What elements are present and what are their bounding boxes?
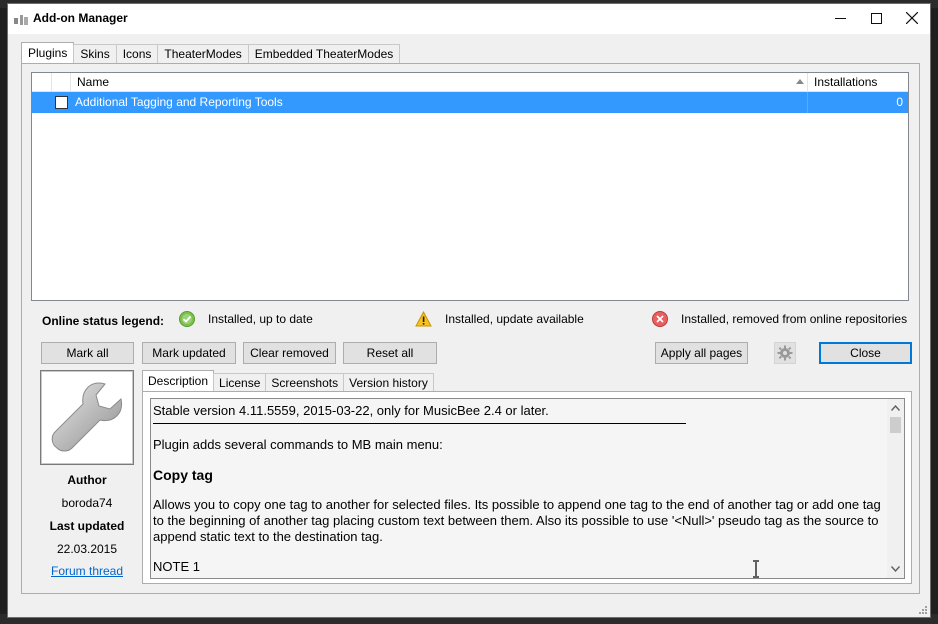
error-circle-icon bbox=[652, 311, 668, 327]
intro-line: Plugin adds several commands to MB main … bbox=[153, 437, 443, 452]
clear-removed-button[interactable]: Clear removed bbox=[243, 342, 336, 364]
divider bbox=[153, 423, 686, 424]
tab-plugins[interactable]: Plugins bbox=[21, 42, 75, 64]
legend-item-up-to-date: Installed, up to date bbox=[179, 311, 313, 327]
legend-label-up-to-date: Installed, up to date bbox=[208, 312, 313, 326]
section-body: Allows you to copy one tag to another fo… bbox=[153, 497, 881, 544]
gear-icon bbox=[777, 345, 793, 361]
resize-grip-icon[interactable] bbox=[918, 605, 928, 615]
tab-description[interactable]: Description bbox=[142, 370, 215, 392]
add-on-manager-window: Add-on Manager Plugins Skins Icons Theat… bbox=[7, 3, 931, 618]
row-checkbox[interactable] bbox=[55, 96, 68, 109]
column-header-name[interactable]: Name bbox=[71, 73, 808, 91]
check-circle-icon bbox=[179, 311, 195, 327]
author-value: boroda74 bbox=[61, 496, 113, 510]
row-installations: 0 bbox=[896, 95, 903, 109]
column-header-blank bbox=[32, 73, 52, 91]
mark-updated-button[interactable]: Mark updated bbox=[142, 342, 236, 364]
legend-label-removed: Installed, removed from online repositor… bbox=[681, 312, 908, 326]
last-updated-label: Last updated bbox=[49, 519, 125, 533]
column-header-installations[interactable]: Installations bbox=[808, 73, 908, 91]
mark-all-button[interactable]: Mark all bbox=[41, 342, 134, 364]
row-checkbox-cell bbox=[52, 92, 71, 113]
legend-title: Online status legend: bbox=[42, 314, 165, 328]
scroll-down-button[interactable] bbox=[887, 562, 904, 576]
chevron-up-icon bbox=[891, 405, 900, 411]
window-title: Add-on Manager bbox=[33, 11, 128, 25]
vertical-scrollbar[interactable] bbox=[887, 399, 904, 578]
wrench-icon bbox=[51, 382, 123, 451]
description-panel: Stable version 4.11.5559, 2015-03-22, on… bbox=[142, 391, 912, 584]
title-bar: Add-on Manager bbox=[8, 4, 930, 34]
legend-label-update-available: Installed, update available bbox=[445, 312, 584, 326]
author-label: Author bbox=[67, 473, 107, 487]
main-tabs: Plugins Skins Icons TheaterModes Embedde… bbox=[21, 42, 401, 64]
forum-thread-link[interactable]: Forum thread bbox=[40, 564, 134, 578]
apply-all-pages-button[interactable]: Apply all pages bbox=[655, 342, 748, 364]
close-icon bbox=[906, 12, 918, 24]
list-header: Name Installations bbox=[32, 73, 908, 92]
settings-button[interactable] bbox=[774, 342, 796, 364]
plugin-list[interactable]: Name Installations Additional Tagging an… bbox=[31, 72, 909, 301]
chevron-down-icon bbox=[891, 566, 900, 572]
tab-license[interactable]: License bbox=[213, 373, 267, 392]
plugin-image bbox=[40, 370, 134, 465]
scroll-up-button[interactable] bbox=[887, 401, 904, 415]
status-legend: Online status legend: Installed, up to d… bbox=[42, 311, 912, 331]
plugins-panel: Name Installations Additional Tagging an… bbox=[21, 63, 920, 594]
minimize-icon bbox=[834, 17, 846, 19]
table-row[interactable]: Additional Tagging and Reporting Tools 0 bbox=[32, 92, 908, 113]
column-header-name-label: Name bbox=[77, 75, 110, 89]
close-button[interactable]: Close bbox=[819, 342, 912, 364]
column-header-check[interactable] bbox=[52, 73, 71, 91]
app-icon bbox=[14, 15, 28, 25]
detail-tabs: Description License Screenshots Version … bbox=[142, 370, 434, 392]
section-heading: Copy tag bbox=[153, 467, 213, 483]
cut-off-line: NOTE 1 bbox=[153, 559, 200, 574]
tab-embedded-theatermodes[interactable]: Embedded TheaterModes bbox=[247, 44, 401, 64]
version-line: Stable version 4.11.5559, 2015-03-22, on… bbox=[153, 403, 549, 418]
description-content: Stable version 4.11.5559, 2015-03-22, on… bbox=[153, 403, 891, 575]
minimize-button[interactable] bbox=[822, 4, 858, 32]
text-cursor-icon bbox=[753, 560, 759, 578]
legend-item-removed: Installed, removed from online repositor… bbox=[652, 311, 907, 327]
tab-version-history[interactable]: Version history bbox=[343, 373, 434, 392]
tab-screenshots[interactable]: Screenshots bbox=[265, 373, 345, 392]
sort-ascending-icon bbox=[796, 79, 804, 84]
row-name: Additional Tagging and Reporting Tools bbox=[71, 92, 808, 113]
legend-item-update-available: Installed, update available bbox=[415, 311, 584, 327]
last-updated-value: 22.03.2015 bbox=[56, 542, 118, 556]
tab-skins[interactable]: Skins bbox=[73, 44, 117, 64]
warning-triangle-icon bbox=[415, 311, 432, 327]
scrollbar-thumb[interactable] bbox=[890, 417, 901, 433]
reset-all-button[interactable]: Reset all bbox=[343, 342, 437, 364]
close-window-button[interactable] bbox=[894, 4, 930, 32]
description-text-area[interactable]: Stable version 4.11.5559, 2015-03-22, on… bbox=[150, 398, 905, 579]
tab-icons[interactable]: Icons bbox=[115, 44, 159, 64]
tab-theatermodes[interactable]: TheaterModes bbox=[157, 44, 249, 64]
maximize-button[interactable] bbox=[858, 4, 894, 32]
row-gutter bbox=[32, 92, 52, 113]
maximize-icon bbox=[870, 12, 882, 24]
